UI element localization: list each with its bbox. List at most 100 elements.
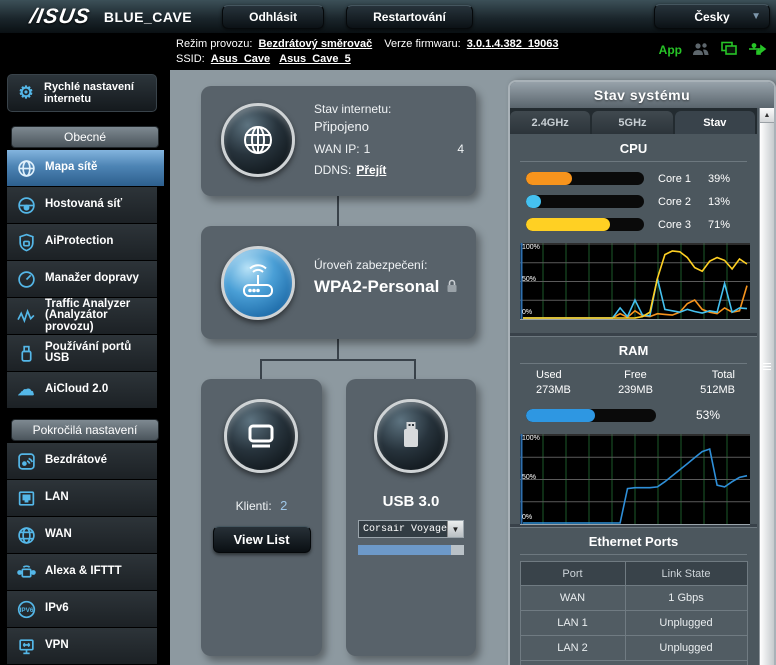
sidebar-item-aicloud[interactable]: ☁ AiCloud 2.0 [7, 372, 157, 409]
ssid-5-link[interactable]: Asus_Cave_5 [279, 53, 351, 65]
app-link[interactable]: App [659, 43, 682, 57]
scrollbar-up-arrow[interactable]: ▲ [760, 108, 774, 123]
ram-percent: 53% [696, 408, 720, 422]
core1-bar-fill [526, 172, 572, 185]
sidebar-item-guest-network[interactable]: Hostovaná síť [7, 187, 157, 224]
chevron-down-icon: ▼ [751, 11, 761, 22]
ipv6-badge-icon: IPV6 [15, 598, 37, 620]
ram-usage-row: 53% [526, 408, 757, 422]
port-cell: WAN [520, 586, 625, 611]
security-level-label: Úroveň zabezpečení: [314, 258, 458, 272]
sidebar-item-label: Bezdrátové [45, 455, 107, 467]
security-router-button[interactable] [221, 246, 295, 320]
device-name: BLUE_CAVE [104, 9, 192, 25]
port-cell: LAN 2 [520, 636, 625, 661]
globe-icon [238, 120, 278, 160]
link-state-cell: Unplugged [625, 636, 747, 661]
sidebar-item-lan[interactable]: LAN [7, 480, 157, 517]
col-port: Port [520, 562, 625, 586]
ddns-go-link[interactable]: Přejít [356, 163, 386, 177]
ram-graph-ylabel-100: 100% [522, 435, 540, 442]
view-list-button[interactable]: View List [213, 526, 311, 553]
clients-card: Klienti: 2 View List [201, 379, 322, 656]
security-level-value: WPA2-Personal [314, 277, 439, 297]
firmware-link[interactable]: 3.0.1.4.382_19063 [467, 38, 559, 50]
panel-scrollbar[interactable]: ▲ [759, 108, 774, 665]
clients-icon[interactable] [692, 42, 710, 59]
waveform-icon [15, 305, 37, 327]
core3-percent: 71% [708, 219, 730, 231]
connector-clients [260, 359, 262, 379]
col-link-state: Link State [625, 562, 747, 586]
reboot-button[interactable]: Restartování [346, 5, 473, 29]
logout-button[interactable]: Odhlásit [222, 5, 324, 29]
internet-globe-button[interactable] [221, 103, 295, 177]
network-devices-icon[interactable] [720, 41, 738, 59]
sidebar-item-usb-application[interactable]: Používání portů USB [7, 335, 157, 372]
link-state-cell: Unplugged [625, 611, 747, 636]
lock-icon [446, 279, 458, 296]
globe-icon [15, 524, 37, 546]
sidebar-item-vpn[interactable]: VPN [7, 628, 157, 665]
tab-24ghz[interactable]: 2.4GHz [510, 111, 590, 134]
sidebar-item-aiprotection[interactable]: AiProtection [7, 224, 157, 261]
ram-graph-ylabel-50: 50% [522, 474, 536, 481]
section-header-advanced: Pokročilá nastavení [11, 419, 159, 441]
port-cell: LAN 1 [520, 611, 625, 636]
wan-ip-label: WAN IP: [314, 142, 360, 156]
connector-branch [260, 359, 416, 361]
lan-port-icon [15, 487, 37, 509]
cpu-graph-ylabel-100: 100% [522, 244, 540, 251]
usb-button[interactable] [374, 399, 448, 473]
usb-port-title: USB 3.0 [346, 493, 476, 510]
table-row-partial [520, 661, 748, 665]
usb-usage-bar [358, 545, 464, 555]
clients-button[interactable] [224, 399, 298, 473]
sidebar-item-alexa-ifttt[interactable]: Alexa & IFTTT [7, 554, 157, 591]
ram-section-title: RAM [510, 336, 757, 363]
shield-icon [15, 231, 37, 253]
mode-link[interactable]: Bezdrátový směrovač [258, 38, 372, 50]
sidebar-item-label: AiProtection [45, 236, 113, 248]
core2-label: Core 2 [658, 196, 702, 208]
table-row: LAN 1 Unplugged [520, 611, 747, 636]
router-icon [236, 261, 280, 305]
quick-internet-setup-button[interactable]: ⚙ Rychlé nastavení internetu [7, 74, 157, 112]
system-status-panel: Stav systému 2.4GHz 5GHz Stav CPU Core 1… [508, 80, 776, 665]
sidebar-item-label: Mapa sítě [45, 162, 97, 174]
sidebar-item-traffic-manager[interactable]: Manažer dopravy [7, 261, 157, 298]
sidebar-item-ipv6[interactable]: IPV6 IPv6 [7, 591, 157, 628]
cpu-core3-row: Core 3 71% [526, 218, 757, 231]
sidebar-item-label: Hostovaná síť [45, 199, 122, 211]
connector-usb [414, 359, 416, 379]
operation-mode-line: Režim provozu: Bezdrátový směrovač Verze… [176, 37, 562, 52]
usb-device-name: Corsair Voyage [359, 524, 447, 535]
ssid-line: SSID: Asus_Cave Asus_Cave_5 [176, 52, 562, 67]
tab-status[interactable]: Stav [675, 111, 755, 134]
usb-stick-icon [15, 342, 37, 364]
connector-security-down [337, 339, 339, 360]
usb-icon[interactable] [748, 42, 768, 59]
divider [520, 554, 747, 555]
sidebar-item-label: AiCloud 2.0 [45, 384, 108, 396]
top-bar: /ISUS BLUE_CAVE Odhlásit Restartování Če… [0, 0, 776, 33]
ethernet-section-title: Ethernet Ports [510, 527, 757, 554]
sidebar-item-label: IPv6 [45, 603, 69, 615]
sidebar-item-wan[interactable]: WAN [7, 517, 157, 554]
cpu-graph-ylabel-50: 50% [522, 276, 536, 283]
wan-ip-suffix: 4 [457, 142, 464, 156]
language-select[interactable]: Česky ▼ [654, 4, 770, 29]
ssid-24-link[interactable]: Asus_Cave [211, 53, 270, 65]
sidebar-item-traffic-analyzer[interactable]: Traffic Analyzer (Analyzátor provozu) [7, 298, 157, 335]
security-level-card: Úroveň zabezpečení: WPA2-Personal [201, 226, 476, 339]
ram-bar-fill [526, 409, 595, 422]
ram-free-label: Free [602, 368, 668, 383]
tab-5ghz[interactable]: 5GHz [592, 111, 672, 134]
usb-device-select[interactable]: Corsair Voyage ▼ [358, 520, 464, 538]
sidebar-item-network-map[interactable]: Mapa sítě [7, 150, 164, 187]
scrollbar-grip[interactable] [763, 363, 771, 372]
language-label: Česky [694, 10, 729, 24]
wan-ip-prefix: 1 [364, 142, 371, 156]
cpu-core1-row: Core 1 39% [526, 172, 757, 185]
sidebar-item-wireless[interactable]: Bezdrátové [7, 443, 157, 480]
